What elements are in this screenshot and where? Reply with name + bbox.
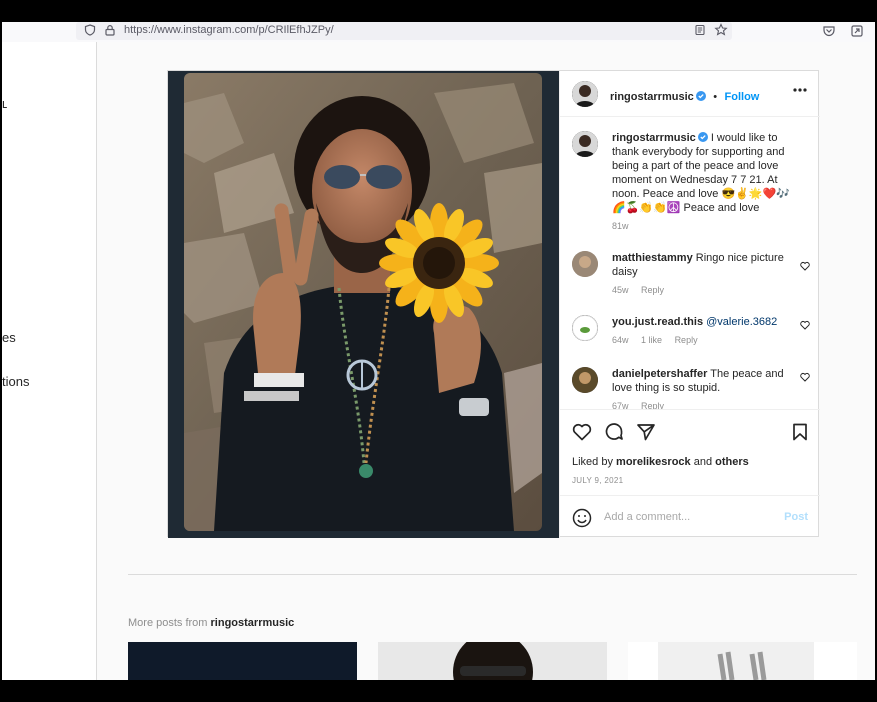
bookmark-star-icon[interactable] <box>714 23 728 37</box>
address-bar[interactable]: https://www.instagram.com/p/CRIlEfhJZPy/ <box>76 22 732 40</box>
comments-list[interactable]: ringostarrmusic I would like to thank ev… <box>560 117 820 409</box>
post-header: ringostarrmusic • Follow <box>560 71 820 117</box>
avatar[interactable] <box>572 81 598 107</box>
like-comment-heart-icon[interactable] <box>800 261 810 271</box>
liked-by-and: and <box>693 456 713 468</box>
nav-item-fragment[interactable]: ʟ <box>2 96 7 111</box>
add-comment-input[interactable]: Add a comment... <box>604 511 690 523</box>
like-heart-icon[interactable] <box>572 422 592 442</box>
avatar[interactable] <box>572 367 598 393</box>
post-media <box>168 71 559 538</box>
separator-dot: • <box>713 91 718 103</box>
add-comment-form: Add a comment... Post <box>560 495 820 538</box>
like-comment-heart-icon[interactable] <box>800 372 810 382</box>
avatar[interactable] <box>572 131 598 157</box>
follow-button[interactable]: Follow <box>725 91 760 103</box>
caption-body: ringostarrmusic I would like to thank ev… <box>612 131 802 233</box>
comment-body: matthiestammy Ringo nice picture daisy 4… <box>612 251 802 297</box>
caption: ringostarrmusic I would like to thank ev… <box>572 131 812 241</box>
comment-time[interactable]: 45w <box>612 285 629 295</box>
browser-viewport: https://www.instagram.com/p/CRIlEfhJZPy/… <box>2 22 875 680</box>
post-actions: Liked by morelikesrock and others JULY 9… <box>560 409 820 495</box>
more-posts-prefix: More posts from <box>128 617 208 629</box>
save-bookmark-icon[interactable] <box>790 422 810 442</box>
comment-time[interactable]: 67w <box>612 401 629 409</box>
extension-icon[interactable] <box>850 24 864 38</box>
comment-bubble-icon[interactable] <box>604 422 624 442</box>
more-posts-username[interactable]: ringostarrmusic <box>211 617 295 629</box>
caption-username[interactable]: ringostarrmusic <box>612 132 696 144</box>
liked-by-prefix: Liked by <box>572 456 613 468</box>
comment-body: danielpetershaffer The peace and love th… <box>612 367 802 409</box>
post-sidebar: ringostarrmusic • Follow ringostarrmusic <box>559 71 820 538</box>
avatar[interactable] <box>572 251 598 277</box>
shield-icon[interactable] <box>84 24 96 36</box>
pocket-icon[interactable] <box>822 24 836 38</box>
url-text[interactable]: https://www.instagram.com/p/CRIlEfhJZPy/ <box>124 24 334 36</box>
verified-badge-icon <box>697 132 708 142</box>
comment-username[interactable]: you.just.read.this <box>612 316 703 328</box>
more-post-thumbnail[interactable] <box>378 642 607 680</box>
reply-button[interactable]: Reply <box>641 285 664 295</box>
post-date[interactable]: JULY 9, 2021 <box>572 476 623 485</box>
post-card: ringostarrmusic • Follow ringostarrmusic <box>167 70 820 538</box>
more-post-thumbnail[interactable] <box>128 642 357 680</box>
liked-by: Liked by morelikesrock and others <box>572 456 749 468</box>
liked-by-username[interactable]: morelikesrock <box>616 456 691 468</box>
left-navigation: ʟ es tions <box>2 42 97 680</box>
post-author-username[interactable]: ringostarrmusic <box>610 91 694 103</box>
liked-by-others[interactable]: others <box>715 456 749 468</box>
comment-time[interactable]: 64w <box>612 335 629 345</box>
post-photo-illustration <box>184 73 542 531</box>
emoji-smiley-icon[interactable] <box>572 508 592 528</box>
browser-toolbar: https://www.instagram.com/p/CRIlEfhJZPy/ <box>2 22 875 42</box>
avatar[interactable] <box>572 315 598 341</box>
section-divider <box>128 574 857 575</box>
comment-body: you.just.read.this @valerie.3682 64w 1 l… <box>612 315 802 347</box>
more-options-icon[interactable] <box>792 87 808 93</box>
comment-mention[interactable]: @valerie.3682 <box>706 316 777 328</box>
lock-icon[interactable] <box>104 24 116 36</box>
share-paper-plane-icon[interactable] <box>636 422 656 442</box>
caption-time[interactable]: 81w <box>612 221 629 231</box>
comment-item: you.just.read.this @valerie.3682 64w 1 l… <box>572 315 812 355</box>
reply-button[interactable]: Reply <box>641 401 664 409</box>
comment-username[interactable]: danielpetershaffer <box>612 368 707 380</box>
post-comment-button[interactable]: Post <box>784 511 808 523</box>
more-posts-heading: More posts from ringostarrmusic <box>128 617 294 629</box>
comment-username[interactable]: matthiestammy <box>612 252 693 264</box>
caption-text: I would like to thank everybody for supp… <box>612 132 790 214</box>
nav-item-fragment[interactable]: tions <box>2 374 29 389</box>
reader-view-icon[interactable] <box>694 24 706 36</box>
screenshot-frame: https://www.instagram.com/p/CRIlEfhJZPy/… <box>0 0 877 702</box>
comment-likes[interactable]: 1 like <box>641 335 662 345</box>
comment-item: danielpetershaffer The peace and love th… <box>572 367 812 409</box>
nav-item-fragment[interactable]: es <box>2 330 16 345</box>
post-photo[interactable] <box>184 73 542 531</box>
comment-item: matthiestammy Ringo nice picture daisy 4… <box>572 251 812 301</box>
like-comment-heart-icon[interactable] <box>800 320 810 330</box>
reply-button[interactable]: Reply <box>675 335 698 345</box>
verified-badge-icon <box>695 91 706 101</box>
more-post-thumbnail[interactable] <box>628 642 857 680</box>
